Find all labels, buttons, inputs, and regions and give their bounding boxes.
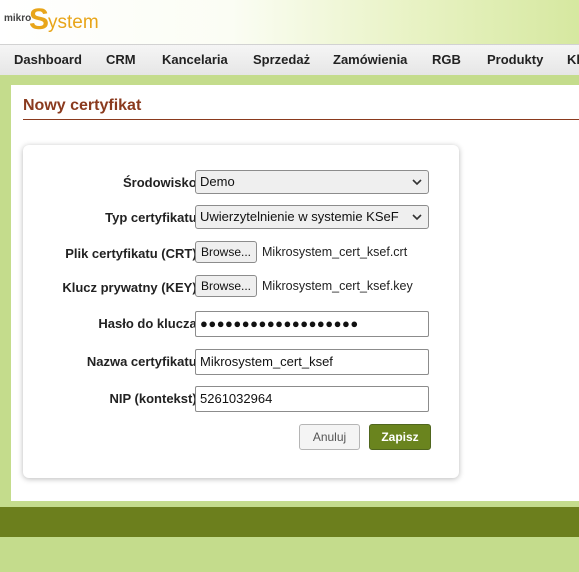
bottom-band xyxy=(0,537,579,572)
password-row: Hasło do klucza: ●●●●●●●●●●●●●●●●●●● xyxy=(23,311,459,337)
nip-input[interactable]: 5261032964 xyxy=(195,386,429,412)
environment-label: Środowisko: xyxy=(122,175,201,190)
page-title: Nowy certyfikat xyxy=(23,97,142,114)
cert-name-input[interactable]: Mikrosystem_cert_ksef xyxy=(195,349,429,375)
form-actions: Anuluj Zapisz xyxy=(23,424,459,450)
cert-file-label: Plik certyfikatu (CRT): xyxy=(65,246,201,261)
main-nav: Dashboard CRM Kancelaria Sprzedaż Zamówi… xyxy=(0,44,579,76)
nav-item-kancelaria[interactable]: Kancelaria xyxy=(162,45,228,75)
cert-type-label: Typ certyfikatu: xyxy=(105,210,201,225)
environment-value: Demo xyxy=(200,174,235,189)
key-file-label: Klucz prywatny (KEY): xyxy=(62,280,201,295)
key-file-name: Mikrosystem_cert_ksef.key xyxy=(262,279,413,293)
save-button[interactable]: Zapisz xyxy=(369,424,431,450)
cert-file-input: Browse... Mikrosystem_cert_ksef.crt xyxy=(195,241,407,265)
nav-item-rgb[interactable]: RGB xyxy=(432,45,461,75)
cert-name-row: Nazwa certyfikatu: Mikrosystem_cert_ksef xyxy=(23,349,459,375)
cert-file-name: Mikrosystem_cert_ksef.crt xyxy=(262,245,408,259)
title-divider xyxy=(23,119,579,120)
cert-file-browse-button[interactable]: Browse... xyxy=(195,241,258,263)
main-content: Nowy certyfikat Środowisko: Demo Typ cer… xyxy=(11,85,579,501)
nav-item-zamowienia[interactable]: Zamówienia xyxy=(333,45,407,75)
nav-stripe xyxy=(0,75,579,85)
key-file-row: Klucz prywatny (KEY): Browse... Mikrosyst… xyxy=(23,275,459,301)
app-header: mikro S ystem xyxy=(0,0,579,44)
nav-item-dashboard[interactable]: Dashboard xyxy=(14,45,82,75)
nav-item-klienci[interactable]: Kl xyxy=(567,45,579,75)
cert-type-value: Uwierzytelnienie w systemie KSeF xyxy=(200,209,399,224)
cancel-button[interactable]: Anuluj xyxy=(299,424,360,450)
environment-row: Środowisko: Demo xyxy=(23,170,459,196)
mikrosystem-logo[interactable]: mikro S ystem xyxy=(2,3,102,39)
password-input[interactable]: ●●●●●●●●●●●●●●●●●●● xyxy=(195,311,429,337)
nav-item-sprzedaz[interactable]: Sprzedaż xyxy=(253,45,310,75)
key-file-input: Browse... Mikrosystem_cert_ksef.key xyxy=(195,275,413,299)
cert-name-label: Nazwa certyfikatu: xyxy=(86,354,201,369)
cert-file-row: Plik certyfikatu (CRT): Browse... Mikrosy… xyxy=(23,241,459,267)
environment-select[interactable]: Demo xyxy=(195,170,429,194)
password-label: Hasło do klucza: xyxy=(98,316,201,331)
logo-mikro-text: mikro xyxy=(4,13,32,24)
chevron-down-icon xyxy=(412,206,422,237)
nip-label: NIP (kontekst): xyxy=(109,391,202,406)
logo-s-letter: S xyxy=(29,3,50,36)
cert-type-row: Typ certyfikatu: Uwierzytelnienie w syst… xyxy=(23,205,459,231)
nav-item-produkty[interactable]: Produkty xyxy=(487,45,543,75)
certificate-form: Środowisko: Demo Typ certyfikatu: Uwierz… xyxy=(23,145,459,478)
logo-system-text: ystem xyxy=(48,12,99,33)
chevron-down-icon xyxy=(412,171,422,202)
nav-item-crm[interactable]: CRM xyxy=(106,45,136,75)
nip-row: NIP (kontekst): 5261032964 xyxy=(23,386,459,412)
page-footer xyxy=(0,507,579,537)
cert-type-select[interactable]: Uwierzytelnienie w systemie KSeF xyxy=(195,205,429,229)
key-file-browse-button[interactable]: Browse... xyxy=(195,275,258,297)
